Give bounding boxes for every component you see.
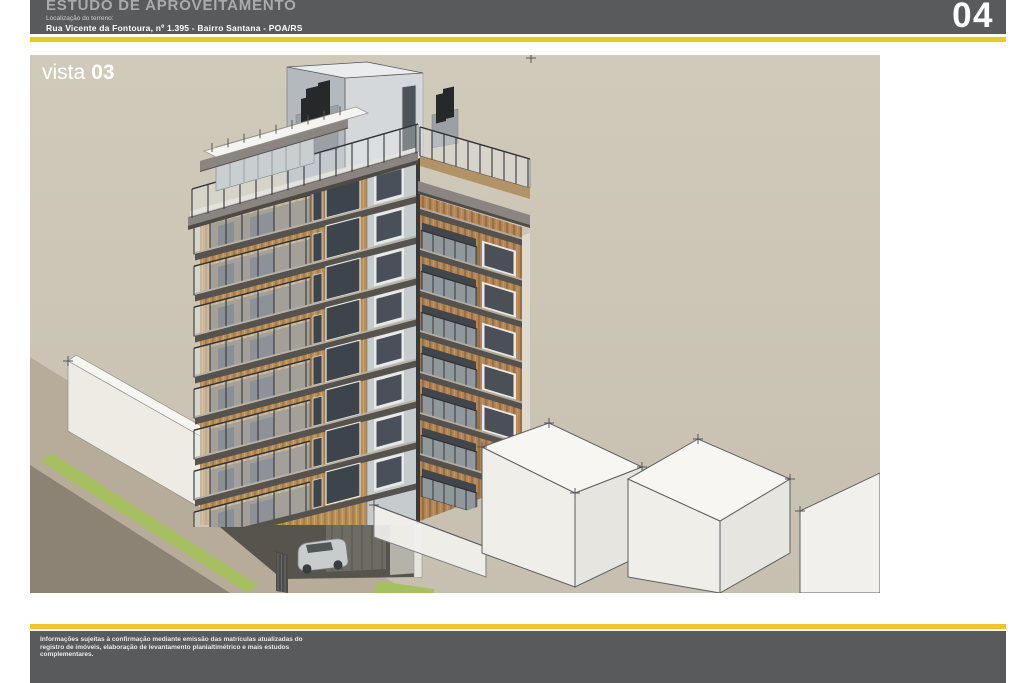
view-label-number: 03 xyxy=(91,61,114,84)
page-number: 04 xyxy=(952,0,994,36)
accent-rule-top xyxy=(30,37,1006,42)
accent-rule-bottom xyxy=(30,624,1006,629)
location-value: Rua Vicente da Fontoura, nº 1.395 - Bair… xyxy=(46,23,303,33)
disclaimer-line: Informações sujeitas à confirmação media… xyxy=(40,636,1006,644)
view-label: vista 03 xyxy=(42,61,115,85)
disclaimer-line: registro de imóveis, elaboração de levan… xyxy=(40,644,1006,652)
disclaimer: Informações sujeitas à confirmação media… xyxy=(30,631,1006,659)
car xyxy=(298,539,348,574)
header-bar: ESTUDO DE APROVEITAMENTO Localização do … xyxy=(30,0,1006,34)
location-label: Localização do terreno: xyxy=(46,15,114,22)
building-render xyxy=(30,55,880,593)
footer-bar: Informações sujeitas à confirmação media… xyxy=(30,631,1006,683)
render-viewport: vista 03 xyxy=(30,55,880,593)
corner-edge xyxy=(416,150,420,525)
page-title: ESTUDO DE APROVEITAMENTO xyxy=(46,0,297,14)
disclaimer-line: complementares. xyxy=(40,651,1006,659)
gate xyxy=(276,551,288,593)
view-label-prefix: vista xyxy=(42,61,85,84)
